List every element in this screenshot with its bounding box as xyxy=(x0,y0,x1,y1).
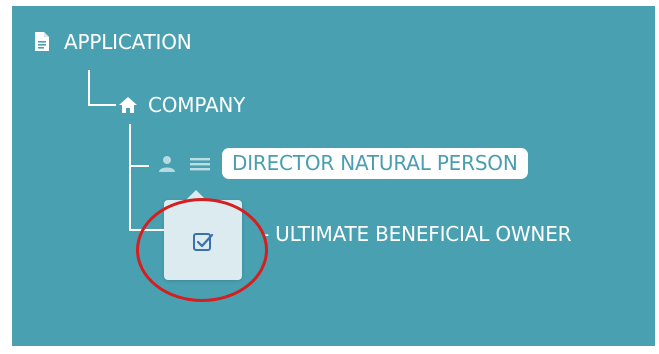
connector-root-vertical xyxy=(88,70,90,105)
tree-node-label: - ULTIMATE BENEFICIAL OWNER xyxy=(262,222,572,246)
connector-company-vertical xyxy=(129,124,131,230)
tree-node-company[interactable]: COMPANY xyxy=(118,93,245,117)
drag-handle-icon[interactable] xyxy=(190,156,210,172)
person-icon xyxy=(158,155,176,173)
tree-node-label: APPLICATION xyxy=(64,30,192,54)
connector-ubo-horizontal xyxy=(129,229,165,231)
tree-node-label-selected[interactable]: DIRECTOR NATURAL PERSON xyxy=(222,148,528,179)
checkbox-check-icon[interactable] xyxy=(190,229,216,255)
tree-node-director[interactable]: DIRECTOR NATURAL PERSON xyxy=(158,148,528,179)
popover-arrow xyxy=(186,190,206,200)
connector-company-horizontal xyxy=(88,104,116,106)
home-icon xyxy=(118,96,138,114)
tree-node-application[interactable]: APPLICATION xyxy=(33,30,192,54)
tree-node-ubo[interactable]: - ULTIMATE BENEFICIAL OWNER xyxy=(262,222,572,246)
document-icon xyxy=(33,32,51,52)
tree-node-label: COMPANY xyxy=(148,93,246,117)
connector-director-horizontal xyxy=(129,165,149,167)
